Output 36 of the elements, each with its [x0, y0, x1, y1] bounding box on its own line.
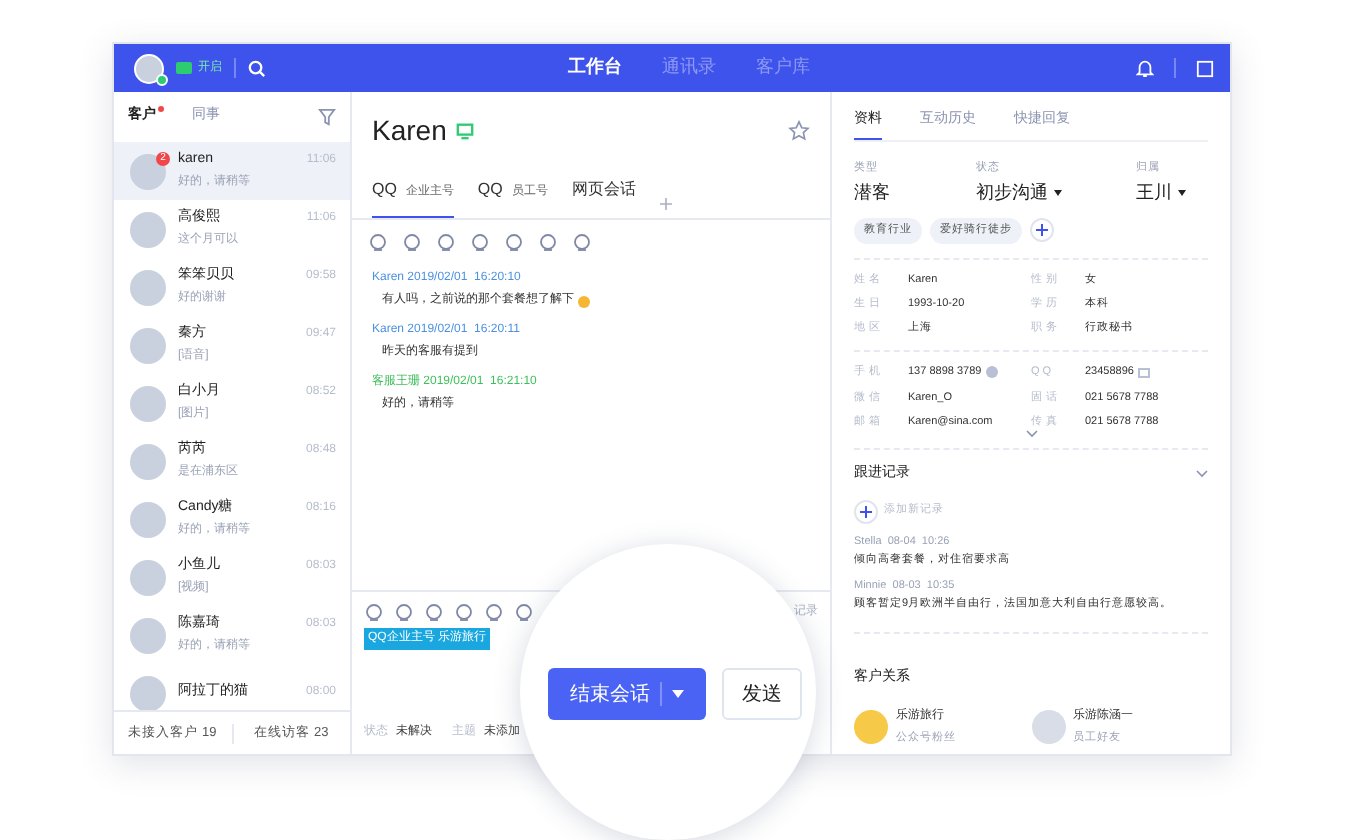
caret-icon[interactable] [1177, 189, 1186, 196]
monitor-icon [456, 122, 475, 140]
avatar [130, 675, 166, 710]
chevron-down-icon[interactable] [1025, 430, 1037, 438]
filter-icon[interactable] [318, 108, 336, 126]
field-value[interactable]: 王川 [1136, 179, 1208, 207]
bell-icon[interactable] [1136, 58, 1154, 78]
smiley-icon [578, 295, 590, 307]
plus-icon [1036, 224, 1048, 237]
phone-icon[interactable] [985, 366, 998, 379]
avatar [130, 269, 166, 305]
chat-contact-name: Karen [372, 112, 447, 150]
field-value[interactable]: 初步沟通 [976, 179, 1136, 207]
star-icon[interactable] [788, 120, 810, 142]
nav-tab[interactable]: 工作台 [568, 54, 622, 82]
avatar [130, 443, 166, 479]
avatar [130, 385, 166, 421]
send-button[interactable]: 发送 [722, 668, 802, 720]
end-session-button[interactable]: 结束会话 [548, 668, 706, 720]
add-record-icon[interactable] [854, 499, 878, 523]
chevron-down-icon[interactable] [1196, 470, 1208, 479]
avatar [130, 327, 166, 363]
avatar [130, 559, 166, 595]
expand-icon[interactable] [1196, 59, 1214, 77]
avatar [130, 211, 166, 247]
avatar [130, 153, 166, 189]
search-icon[interactable] [248, 59, 266, 77]
avatar [130, 501, 166, 537]
avatar [134, 53, 164, 83]
status-icon [176, 62, 192, 74]
channel-tab[interactable]: 网页会话 [571, 162, 636, 218]
caret-icon[interactable] [1053, 189, 1062, 196]
card-icon [1137, 367, 1150, 378]
add-tag-button[interactable] [1030, 218, 1054, 243]
field-value: 潜客 [854, 179, 892, 206]
avatar [130, 617, 166, 653]
